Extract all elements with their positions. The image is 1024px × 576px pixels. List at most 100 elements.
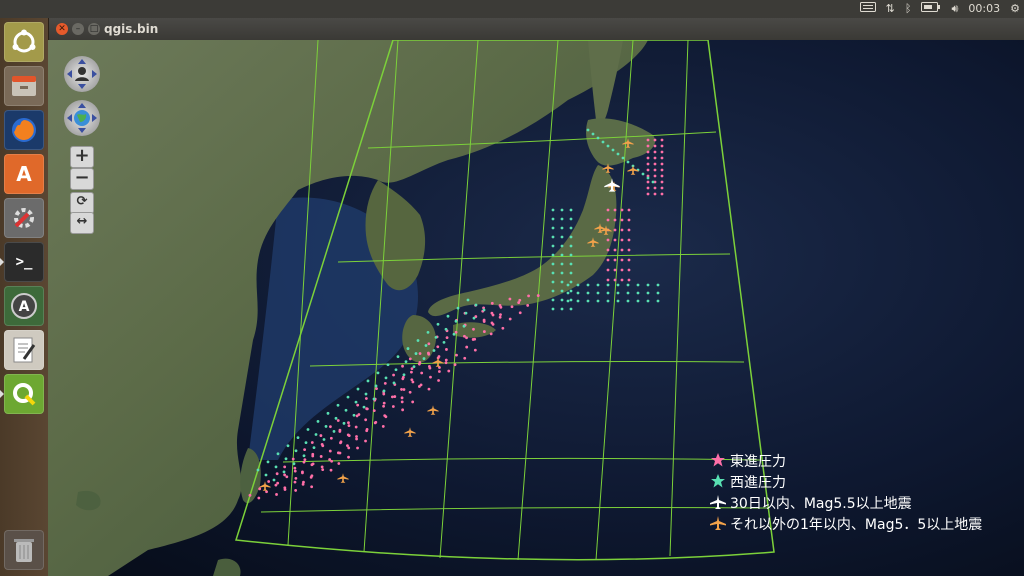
pressure-point <box>415 352 418 355</box>
pressure-point <box>357 388 360 391</box>
pressure-point <box>383 390 386 393</box>
pressure-point <box>335 417 338 420</box>
pressure-point <box>597 284 600 287</box>
pressure-point <box>305 441 308 444</box>
pressure-point <box>570 209 573 212</box>
pressure-point <box>552 245 555 248</box>
keyboard-icon[interactable] <box>860 0 876 18</box>
pressure-point <box>647 177 650 180</box>
pressure-point <box>283 466 286 469</box>
pressure-point <box>364 418 367 421</box>
close-button[interactable]: ✕ <box>56 23 68 35</box>
pressure-point <box>647 139 650 142</box>
pressure-point <box>467 299 470 302</box>
software-updater-icon[interactable]: A <box>4 286 44 326</box>
pressure-point <box>617 300 620 303</box>
bluetooth-icon[interactable]: ᛒ <box>905 0 912 18</box>
clock[interactable]: 00:03 <box>968 0 1000 18</box>
pressure-point <box>570 272 573 275</box>
pressure-point <box>355 438 358 441</box>
pressure-point <box>661 181 664 184</box>
pressure-point <box>614 259 617 262</box>
pressure-point <box>647 169 650 172</box>
trash-icon[interactable] <box>4 530 44 570</box>
text-editor-icon[interactable] <box>4 330 44 370</box>
pressure-point <box>303 448 306 451</box>
pressure-point <box>294 489 297 492</box>
pressure-point <box>445 359 448 362</box>
zoom-in-button[interactable]: + <box>70 146 94 168</box>
pressure-point <box>317 420 320 423</box>
pressure-point <box>647 284 650 287</box>
pressure-point <box>445 328 448 331</box>
network-icon[interactable]: ⇅ <box>886 0 895 18</box>
pressure-point <box>346 444 349 447</box>
pressure-point <box>267 461 270 464</box>
pressure-point <box>587 129 590 132</box>
gear-icon[interactable]: ⚙ <box>1010 0 1020 18</box>
pressure-point <box>329 450 332 453</box>
globe-control[interactable] <box>64 100 100 136</box>
battery-icon[interactable] <box>921 0 941 18</box>
pressure-point <box>330 469 333 472</box>
pressure-point <box>276 482 279 485</box>
pressure-point <box>313 446 316 449</box>
pressure-point <box>561 245 564 248</box>
pressure-point <box>373 409 376 412</box>
qgis-icon[interactable] <box>4 374 44 414</box>
pressure-point <box>410 371 413 374</box>
pressure-point <box>577 300 580 303</box>
pressure-point <box>561 227 564 230</box>
pressure-point <box>654 151 657 154</box>
system-settings-icon[interactable] <box>4 198 44 238</box>
pressure-point <box>285 457 288 460</box>
window-titlebar[interactable]: ✕ – □ qgis.bin <box>48 18 1024 40</box>
pressure-point <box>348 424 351 427</box>
terminal-icon[interactable]: >_ <box>4 242 44 282</box>
pressure-point <box>382 425 385 428</box>
pressure-point <box>637 300 640 303</box>
pressure-point <box>647 300 650 303</box>
pressure-point <box>429 376 432 379</box>
software-center-icon[interactable]: A <box>4 154 44 194</box>
pressure-point <box>509 298 512 301</box>
zoom-out-button[interactable]: − <box>70 168 94 190</box>
legend-label: 西進圧力 <box>730 472 786 492</box>
pressure-point <box>410 378 413 381</box>
pressure-point <box>391 396 394 399</box>
pressure-point <box>657 284 660 287</box>
pressure-point <box>483 309 486 312</box>
pressure-point <box>570 299 573 302</box>
refresh-icon[interactable]: ⟳ <box>70 192 94 214</box>
pan-control[interactable] <box>64 56 100 92</box>
pressure-point <box>622 157 625 160</box>
pressure-point <box>425 344 428 347</box>
pressure-point <box>518 299 521 302</box>
volume-icon[interactable]: 🔊︎ <box>951 0 958 18</box>
pressure-point <box>570 308 573 311</box>
pressure-point <box>337 451 340 454</box>
pressure-point <box>607 145 610 148</box>
ubuntu-dash-icon[interactable] <box>4 22 44 62</box>
pressure-point <box>265 490 268 493</box>
pressure-point <box>647 163 650 166</box>
pressure-point <box>499 313 502 316</box>
maximize-button[interactable]: □ <box>88 23 100 35</box>
minimize-button[interactable]: – <box>72 23 84 35</box>
pressure-point <box>258 487 261 490</box>
fit-width-icon[interactable]: ↔ <box>70 212 94 234</box>
pressure-point <box>617 292 620 295</box>
pressure-point <box>561 209 564 212</box>
pressure-point <box>347 396 350 399</box>
pressure-point <box>537 294 540 297</box>
pressure-point <box>340 440 343 443</box>
files-icon[interactable] <box>4 66 44 106</box>
pressure-point <box>355 426 358 429</box>
pressure-point <box>395 368 398 371</box>
pressure-point <box>453 333 456 336</box>
pressure-point <box>427 342 430 345</box>
pressure-point <box>561 236 564 239</box>
pressure-point <box>654 193 657 196</box>
pressure-point <box>392 405 395 408</box>
firefox-icon[interactable] <box>4 110 44 150</box>
